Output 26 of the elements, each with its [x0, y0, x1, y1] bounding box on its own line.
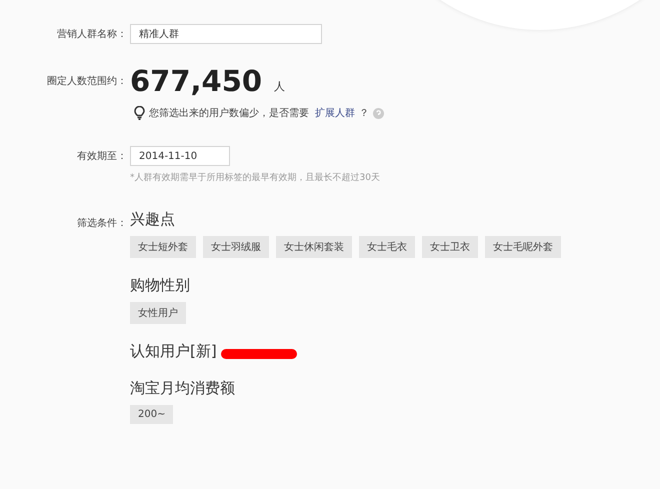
field-label: 营销人群名称： [56, 28, 127, 41]
filter-tag: 女士毛呢外套 [485, 236, 561, 258]
filter-tag: 女士羽绒服 [203, 236, 269, 258]
filter-tag: 女士休闲套装 [276, 236, 352, 258]
filter-tag: 女性用户 [130, 302, 186, 324]
field-label: 筛选条件： [76, 216, 127, 230]
count-unit: 人 [274, 78, 286, 94]
filter-section-title: 兴趣点 [130, 210, 175, 229]
filter-section-title: 认知用户[新] [130, 342, 217, 361]
expand-audience-link[interactable]: 扩展人群 [315, 106, 355, 120]
filter-tag: 200~ [130, 405, 174, 424]
filter-tag: 女士卫衣 [422, 236, 478, 258]
question-mark: ？ [359, 107, 369, 120]
expiry-note: *人群有效期需早于所用标签的最早有效期，且最长不超过30天 [130, 172, 380, 184]
filter-section-title: 淘宝月均消费额 [130, 379, 235, 398]
expiry-date-field[interactable]: 2014-11-10 [130, 146, 230, 166]
filter-tag: 女士毛衣 [359, 236, 415, 258]
help-icon[interactable] [373, 108, 384, 118]
audience-count: 677,450 [130, 64, 262, 98]
filter-tag: 女士短外套 [130, 236, 196, 258]
audience-name-field[interactable]: 精准人群 [130, 24, 322, 44]
field-label: 有效期至： [76, 150, 127, 163]
lightbulb-icon [134, 106, 145, 120]
filter-section-title: 购物性别 [130, 276, 190, 295]
hint-text: 您筛选出来的用户数偏少，是否需要 [149, 106, 309, 120]
field-label: 圈定人数范围约： [46, 74, 127, 88]
